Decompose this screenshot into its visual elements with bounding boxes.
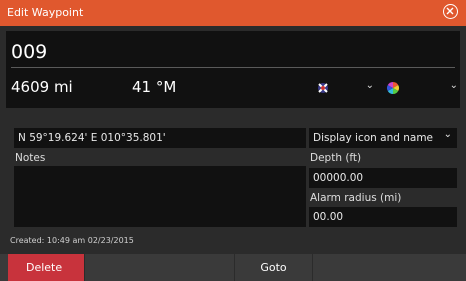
alarm-radius-field[interactable]: 00.00 [309, 207, 457, 227]
depth-label: Depth (ft) [310, 152, 362, 164]
bearing-value: 41 °M [132, 78, 177, 96]
waypoint-name-field[interactable]: 009 [11, 41, 47, 63]
waypoint-symbol-icon [318, 83, 328, 93]
name-underline [11, 67, 455, 68]
alarm-radius-label: Alarm radius (mi) [310, 192, 402, 204]
color-dropdown[interactable]: ⌄ [384, 80, 460, 96]
footer-empty-slot [312, 254, 458, 281]
display-option-label: Display icon and name [313, 132, 434, 144]
dialog-title: Edit Waypoint [7, 6, 84, 19]
chevron-down-icon: ⌄ [365, 80, 374, 91]
edit-waypoint-dialog: Edit Waypoint 009 4609 mi 41 °M ⌄ ⌄ N 59… [0, 0, 466, 281]
chevron-down-icon: ⌄ [443, 129, 452, 140]
notes-label: Notes [15, 152, 46, 164]
position-field[interactable]: N 59°19.624' E 010°35.801' [14, 128, 306, 148]
close-icon[interactable] [443, 4, 458, 19]
chevron-down-icon: ⌄ [449, 80, 458, 91]
color-wheel-icon [386, 82, 400, 94]
depth-field[interactable]: 00000.00 [309, 168, 457, 188]
display-option-dropdown[interactable]: Display icon and name ⌄ [309, 128, 457, 148]
footer-empty-slot [84, 254, 234, 281]
goto-button[interactable]: Goto [234, 254, 312, 281]
title-bar: Edit Waypoint [0, 0, 466, 26]
notes-field[interactable] [14, 166, 306, 227]
delete-button[interactable]: Delete [8, 254, 84, 281]
symbol-dropdown[interactable]: ⌄ [308, 80, 376, 96]
distance-value: 4609 mi [11, 78, 73, 96]
waypoint-header: 009 4609 mi 41 °M ⌄ ⌄ [6, 31, 460, 108]
created-timestamp: Created: 10:49 am 02/23/2015 [10, 236, 134, 245]
footer-bar: Delete Goto [0, 254, 466, 281]
